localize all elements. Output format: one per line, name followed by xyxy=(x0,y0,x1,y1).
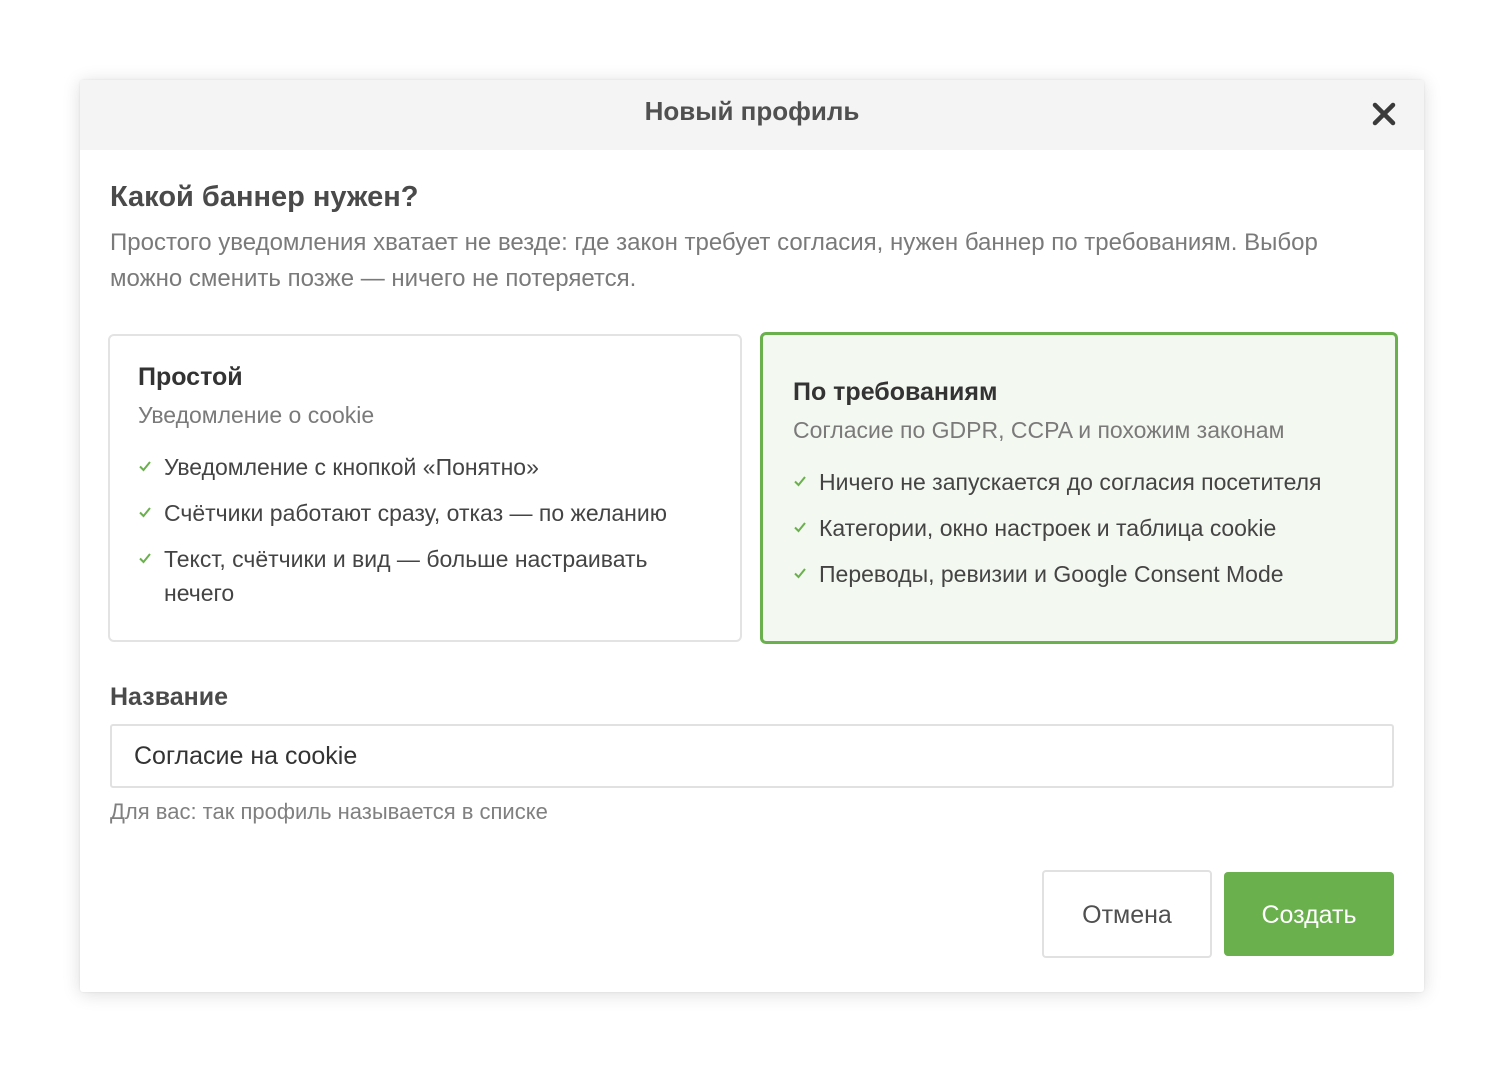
question-title: Какой баннер нужен? xyxy=(110,181,419,213)
option-title: Простой xyxy=(138,363,243,391)
name-field-label: Название xyxy=(110,683,229,711)
feature-item: Ничего не запускается до согласия посети… xyxy=(793,465,1365,499)
feature-text: Переводы, ревизии и Google Consent Mode xyxy=(819,561,1284,587)
feature-item: Категории, окно настроек и таблица cooki… xyxy=(793,511,1365,545)
dialog-header: Новый профиль xyxy=(80,80,1424,150)
create-button[interactable]: Создать xyxy=(1224,872,1394,956)
option-title: По требованиям xyxy=(793,378,998,406)
question-description: Простого уведомления хватает не везде: г… xyxy=(110,229,1318,292)
option-subtitle: Согласие по GDPR, CCPA и похожим законам xyxy=(793,417,1285,443)
feature-list: Уведомление с кнопкой «Понятно» Счётчики… xyxy=(138,450,712,610)
check-icon xyxy=(794,476,806,487)
dialog-body: Какой баннер нужен? Простого уведомления… xyxy=(80,150,1424,297)
option-card-compliant[interactable]: По требованиям Согласие по GDPR, CCPA и … xyxy=(760,332,1398,644)
name-input[interactable] xyxy=(110,724,1394,788)
feature-list: Ничего не запускается до согласия посети… xyxy=(793,465,1365,591)
feature-text: Счётчики работают сразу, отказ — по жела… xyxy=(164,500,667,526)
feature-item: Переводы, ревизии и Google Consent Mode xyxy=(793,557,1365,591)
feature-text: Текст, счётчики и вид — больше настраива… xyxy=(164,546,648,606)
cancel-button[interactable]: Отмена xyxy=(1042,870,1212,958)
close-button[interactable] xyxy=(1370,100,1398,128)
feature-item: Уведомление с кнопкой «Понятно» xyxy=(138,450,712,484)
check-icon xyxy=(794,568,806,579)
feature-item: Счётчики работают сразу, отказ — по жела… xyxy=(138,496,712,530)
option-subtitle: Уведомление о cookie xyxy=(138,402,375,428)
feature-text: Категории, окно настроек и таблица cooki… xyxy=(819,515,1277,541)
close-icon xyxy=(1372,102,1396,126)
feature-item: Текст, счётчики и вид — больше настраива… xyxy=(138,542,712,610)
feature-text: Ничего не запускается до согласия посети… xyxy=(819,469,1322,495)
feature-text: Уведомление с кнопкой «Понятно» xyxy=(164,454,539,480)
check-icon xyxy=(794,522,806,533)
check-icon xyxy=(139,507,151,518)
check-icon xyxy=(139,553,151,564)
new-profile-dialog: Новый профиль Какой баннер нужен? Просто… xyxy=(80,80,1424,992)
dialog-title: Новый профиль xyxy=(644,96,860,126)
name-field-hint: Для вас: так профиль называется в списке xyxy=(110,799,548,824)
option-card-simple[interactable]: Простой Уведомление о cookie Уведомление… xyxy=(108,334,742,642)
check-icon xyxy=(139,461,151,472)
